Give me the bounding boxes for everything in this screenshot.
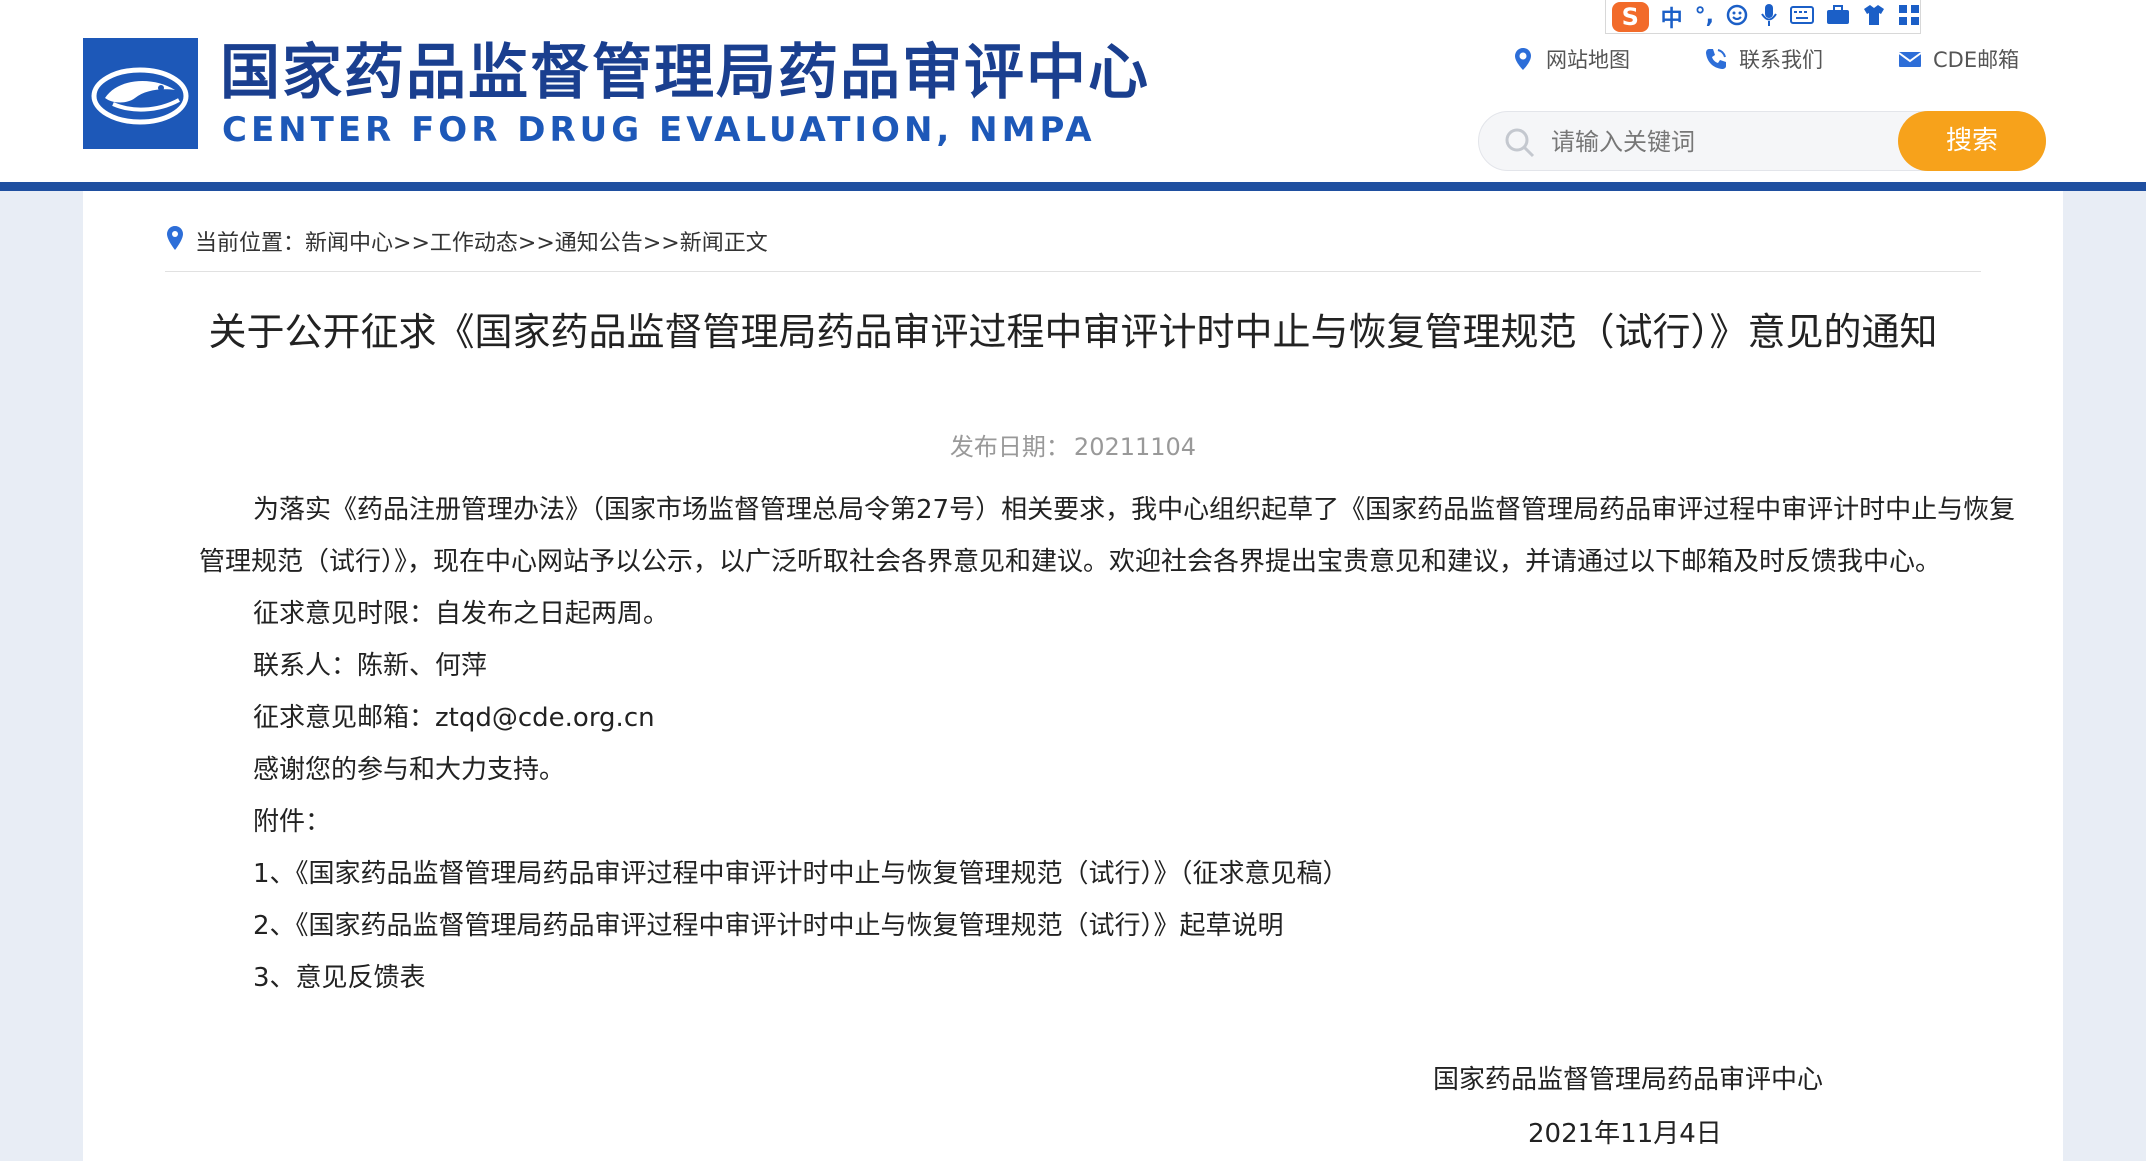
signature: 国家药品监督管理局药品审评中心 bbox=[1433, 1065, 1824, 1095]
ime-logo[interactable]: S bbox=[1612, 1, 1649, 32]
breadcrumb-divider bbox=[165, 271, 1981, 272]
search-input[interactable] bbox=[1549, 122, 1873, 162]
cde-mail-label: CDE邮箱 bbox=[1933, 48, 2020, 72]
site-header: 国家药品监督管理局药品审评中心 CENTER FOR DRUG EVALUATI… bbox=[0, 0, 2146, 191]
publish-date: 发布日期： 20211104 bbox=[83, 427, 2063, 462]
phone-icon bbox=[1703, 46, 1729, 72]
sitemap-label: 网站地图 bbox=[1546, 48, 1630, 72]
article-paragraph: 为落实《药品注册管理办法》（国家市场监督管理总局令第27号）相关要求，我中心组织… bbox=[199, 495, 2016, 577]
breadcrumb-separator: >> bbox=[517, 231, 555, 256]
attachment-link[interactable]: 1、《国家药品监督管理局药品审评过程中审评计时中止与恢复管理规范（试行）》（征求… bbox=[199, 848, 2029, 900]
search-button[interactable]: 搜索 bbox=[1898, 111, 2046, 171]
search-icon bbox=[1503, 126, 1537, 164]
contact-link[interactable]: 联系我们 bbox=[1703, 44, 1823, 74]
breadcrumb-item-current: 新闻正文 bbox=[679, 231, 768, 256]
article-paragraph: 征求意见邮箱：ztqd@cde.org.cn bbox=[253, 703, 655, 733]
breadcrumb-label: 当前位置： bbox=[195, 231, 306, 256]
article-title: 关于公开征求《国家药品监督管理局药品审评过程中审评计时中止与恢复管理规范（试行）… bbox=[208, 310, 1938, 354]
article-paragraph: 感谢您的参与和大力支持。 bbox=[253, 755, 566, 785]
breadcrumb-separator: >> bbox=[642, 231, 680, 256]
contact-label: 联系我们 bbox=[1739, 48, 1823, 72]
header-divider bbox=[0, 182, 2146, 191]
ime-toolbar: S 中 °, bbox=[1605, 0, 1921, 34]
grid-icon[interactable] bbox=[1898, 4, 1920, 30]
location-pin-icon bbox=[165, 225, 185, 257]
article-body: 为落实《药品注册管理办法》（国家市场监督管理总局令第27号）相关要求，我中心组织… bbox=[199, 484, 2029, 1004]
article-paragraph: 征求意见时限：自发布之日起两周。 bbox=[253, 599, 670, 629]
toolbox-icon[interactable] bbox=[1826, 4, 1850, 29]
cde-logo-icon[interactable] bbox=[83, 38, 198, 149]
mic-icon[interactable] bbox=[1760, 3, 1778, 31]
sign-date: 2021年11月4日 bbox=[1528, 1119, 1722, 1149]
breadcrumb-separator: >> bbox=[393, 231, 430, 256]
cde-mail-link[interactable]: CDE邮箱 bbox=[1897, 44, 2019, 74]
mail-icon bbox=[1897, 46, 1923, 72]
breadcrumb-item-news-center[interactable]: 新闻中心 bbox=[305, 231, 393, 256]
breadcrumb: 当前位置：新闻中心>>工作动态>>通知公告>>新闻正文 bbox=[165, 225, 768, 257]
ime-punct-toggle[interactable]: °, bbox=[1695, 4, 1714, 29]
smile-icon[interactable] bbox=[1726, 4, 1748, 30]
site-title-cn: 国家药品监督管理局药品审评中心 bbox=[220, 38, 1150, 108]
article-paragraph: 联系人：陈新、何萍 bbox=[253, 651, 488, 681]
ime-mode-toggle[interactable]: 中 bbox=[1661, 1, 1683, 33]
article-paragraph: 附件： bbox=[253, 807, 332, 837]
publish-date-label: 发布日期： bbox=[949, 433, 1070, 461]
breadcrumb-item-work-news[interactable]: 工作动态 bbox=[430, 231, 518, 256]
publish-date-value: 20211104 bbox=[1073, 433, 1197, 461]
site-title-en: CENTER FOR DRUG EVALUATION, NMPA bbox=[222, 110, 1096, 150]
shirt-icon[interactable] bbox=[1862, 4, 1886, 30]
breadcrumb-item-notices[interactable]: 通知公告 bbox=[555, 231, 643, 256]
attachment-link[interactable]: 3、意见反馈表 bbox=[199, 952, 2029, 1004]
article-container: 当前位置：新闻中心>>工作动态>>通知公告>>新闻正文 关于公开征求《国家药品监… bbox=[83, 191, 2063, 1161]
sitemap-link[interactable]: 网站地图 bbox=[1510, 44, 1630, 74]
attachment-link[interactable]: 2、《国家药品监督管理局药品审评过程中审评计时中止与恢复管理规范（试行）》起草说… bbox=[199, 900, 2029, 952]
map-pin-icon bbox=[1510, 46, 1536, 72]
keyboard-icon[interactable] bbox=[1790, 5, 1814, 28]
